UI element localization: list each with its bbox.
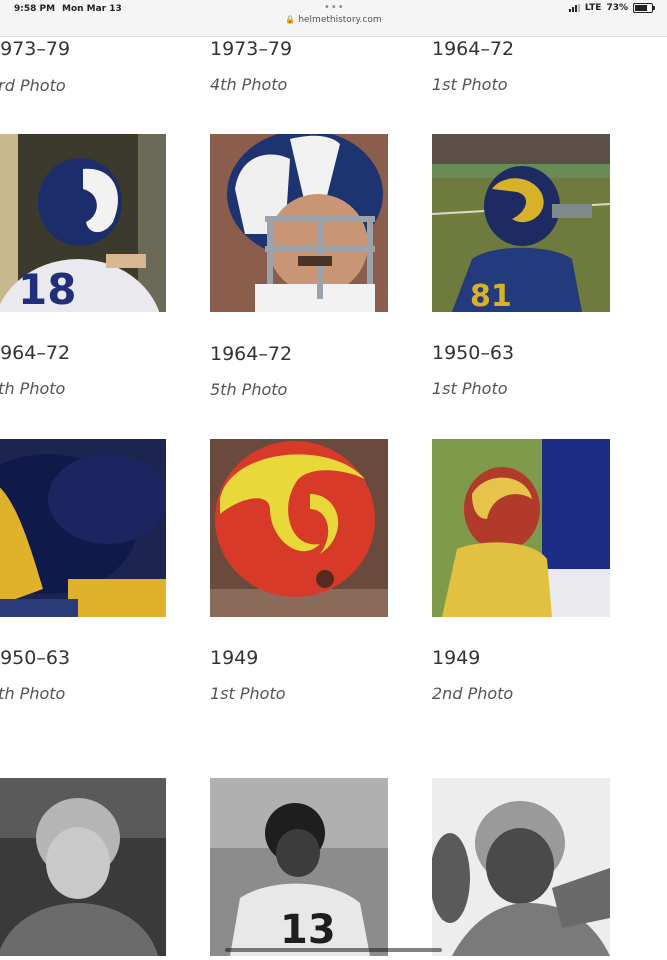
player-photo bbox=[0, 439, 166, 617]
year-label: 1964–72 bbox=[0, 342, 71, 364]
photo-label: 1st Photo bbox=[432, 379, 508, 398]
address-bar[interactable]: 🔒 helmethistory.com bbox=[0, 15, 667, 25]
signal-icon bbox=[568, 4, 580, 12]
player-photo-thumbnail[interactable]: 18 bbox=[0, 134, 166, 312]
status-date: Mon Mar 13 bbox=[62, 4, 122, 14]
url-text: helmethistory.com bbox=[298, 15, 382, 25]
battery-icon bbox=[633, 3, 655, 13]
photo-label: 5th Photo bbox=[0, 379, 66, 398]
player-photo bbox=[432, 439, 610, 617]
year-label: 1949 bbox=[210, 647, 259, 669]
year-label: 1964–72 bbox=[210, 343, 293, 365]
photo-label: 1st Photo bbox=[210, 684, 286, 703]
player-photo-thumbnail[interactable] bbox=[0, 439, 166, 617]
year-label: 1950–63 bbox=[432, 342, 515, 364]
photo-label: 3rd Photo bbox=[0, 76, 66, 95]
player-photo bbox=[0, 778, 166, 956]
status-time: 9:58 PM bbox=[14, 4, 56, 14]
player-photo bbox=[432, 778, 610, 956]
year-label: 1973–79 bbox=[210, 38, 293, 60]
photo-label: 4th Photo bbox=[0, 684, 66, 703]
player-photo: 18 bbox=[0, 134, 166, 312]
player-photo-thumbnail[interactable] bbox=[432, 439, 610, 617]
svg-text:13: 13 bbox=[280, 907, 336, 953]
status-indicators: LTE 73% bbox=[568, 3, 655, 13]
year-label: 1964–72 bbox=[432, 38, 515, 60]
photo-label: 5th Photo bbox=[210, 380, 288, 399]
home-indicator[interactable] bbox=[225, 948, 442, 952]
player-photo-thumbnail[interactable]: 13 bbox=[210, 778, 388, 956]
player-photo-thumbnail[interactable] bbox=[432, 778, 610, 956]
player-photo-thumbnail[interactable] bbox=[210, 439, 388, 617]
player-photo: 81 bbox=[432, 134, 610, 312]
player-photo-thumbnail[interactable] bbox=[210, 134, 388, 312]
status-bar: 9:58 PM Mon Mar 13 ••• 🔒 helmethistory.co… bbox=[0, 0, 667, 37]
photo-label: 1st Photo bbox=[432, 75, 508, 94]
battery-fill bbox=[635, 5, 647, 11]
battery-percent: 73% bbox=[606, 3, 628, 13]
photo-label: 4th Photo bbox=[210, 75, 288, 94]
player-photo-thumbnail[interactable] bbox=[0, 778, 166, 956]
year-label: 1950–63 bbox=[0, 647, 71, 669]
carrier-label: LTE bbox=[584, 3, 602, 13]
photo-label: 2nd Photo bbox=[432, 684, 514, 703]
player-photo-thumbnail[interactable]: 81 bbox=[432, 134, 610, 312]
player-photo bbox=[210, 439, 388, 617]
svg-text:18: 18 bbox=[18, 265, 76, 312]
svg-text:81: 81 bbox=[470, 279, 512, 312]
year-label: 1949 bbox=[432, 647, 481, 669]
player-photo bbox=[210, 134, 388, 312]
lock-icon: 🔒 bbox=[285, 15, 296, 24]
year-label: 1973–79 bbox=[0, 38, 71, 60]
player-photo: 13 bbox=[210, 778, 388, 956]
more-dots-icon[interactable]: ••• bbox=[324, 2, 345, 13]
